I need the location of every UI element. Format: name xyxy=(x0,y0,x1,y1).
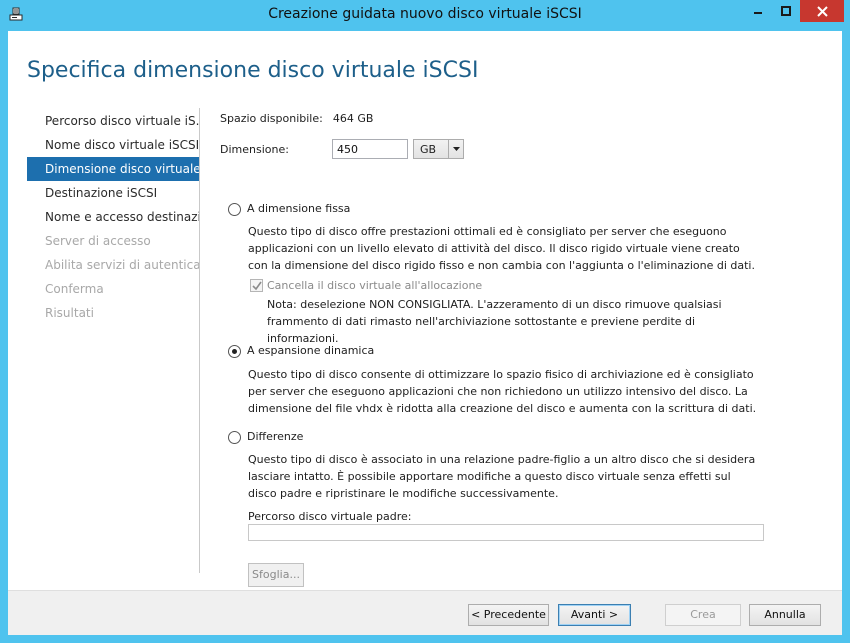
fixed-size-label[interactable]: A dimensione fissa xyxy=(247,202,350,215)
page-title: Specifica dimensione disco virtuale iSCS… xyxy=(27,58,479,83)
clear-on-allocation-label[interactable]: Cancella il disco virtuale all'allocazio… xyxy=(267,279,482,292)
nav-item-percorso[interactable]: Percorso disco virtuale iS... xyxy=(27,109,199,133)
fixed-size-radio[interactable] xyxy=(228,203,241,216)
nav-item-conferma: Conferma xyxy=(45,282,104,296)
nav-divider xyxy=(199,108,200,573)
unit-dropdown-value: GB xyxy=(420,143,437,156)
wizard-window: Creazione guidata nuovo disco virtuale i… xyxy=(0,0,850,643)
nav-item-nome-accesso[interactable]: Nome e accesso destinazi... xyxy=(27,205,199,229)
available-space-value: 464 GB xyxy=(332,112,374,125)
wizard-client-area: Specifica dimensione disco virtuale iSCS… xyxy=(8,31,842,635)
maximize-button[interactable] xyxy=(772,0,799,22)
radio-selected-dot xyxy=(232,349,237,354)
parent-path-label: Percorso disco virtuale padre: xyxy=(248,510,412,523)
close-icon xyxy=(816,5,828,17)
nav-item-autenticazione: Abilita servizi di autentica... xyxy=(45,258,199,272)
fixed-size-description: Questo tipo di disco offre prestazioni o… xyxy=(248,225,755,272)
minimize-icon xyxy=(753,12,762,14)
size-label: Dimensione: xyxy=(220,143,289,156)
dropdown-arrow-icon xyxy=(448,140,463,158)
clear-note: Nota: deselezione NON CONSIGLIATA. L'azz… xyxy=(267,298,722,345)
window-title: Creazione guidata nuovo disco virtuale i… xyxy=(268,6,582,22)
create-button[interactable]: Crea xyxy=(665,604,741,626)
size-input[interactable] xyxy=(332,139,408,159)
clear-on-allocation-checkbox[interactable] xyxy=(250,279,263,292)
minimize-button[interactable] xyxy=(744,0,771,22)
differencing-radio[interactable] xyxy=(228,431,241,444)
unit-dropdown[interactable]: GB xyxy=(413,139,464,159)
browse-button[interactable]: Sfoglia... xyxy=(248,563,304,587)
available-space-label: Spazio disponibile: xyxy=(220,112,323,125)
dynamic-label[interactable]: A espansione dinamica xyxy=(247,344,374,357)
differencing-description: Questo tipo di disco è associato in una … xyxy=(248,453,756,500)
parent-path-input[interactable] xyxy=(248,524,764,541)
next-button[interactable]: Avanti > xyxy=(558,604,631,626)
maximize-icon xyxy=(780,6,791,16)
nav-item-risultati: Risultati xyxy=(45,306,94,320)
checkmark-icon xyxy=(252,281,262,291)
nav-item-server-accesso: Server di accesso xyxy=(45,234,151,248)
available-space: Spazio disponibile: 464 GB xyxy=(220,112,373,125)
dynamic-radio[interactable] xyxy=(228,345,241,358)
previous-button[interactable]: < Precedente xyxy=(468,604,549,626)
nav-item-dimensione[interactable]: Dimensione disco virtuale... xyxy=(27,157,199,181)
differencing-label[interactable]: Differenze xyxy=(247,430,303,443)
nav-item-nome[interactable]: Nome disco virtuale iSCSI xyxy=(27,133,199,157)
cancel-button[interactable]: Annulla xyxy=(749,604,821,626)
dynamic-description: Questo tipo di disco consente di ottimiz… xyxy=(248,368,757,415)
title-bar[interactable]: Creazione guidata nuovo disco virtuale i… xyxy=(0,0,850,30)
wizard-footer: < Precedente Avanti > Crea Annulla xyxy=(8,590,842,635)
nav-item-destinazione[interactable]: Destinazione iSCSI xyxy=(27,181,199,205)
wizard-nav: Percorso disco virtuale iS... Nome disco… xyxy=(27,109,199,325)
close-button[interactable] xyxy=(800,0,844,22)
